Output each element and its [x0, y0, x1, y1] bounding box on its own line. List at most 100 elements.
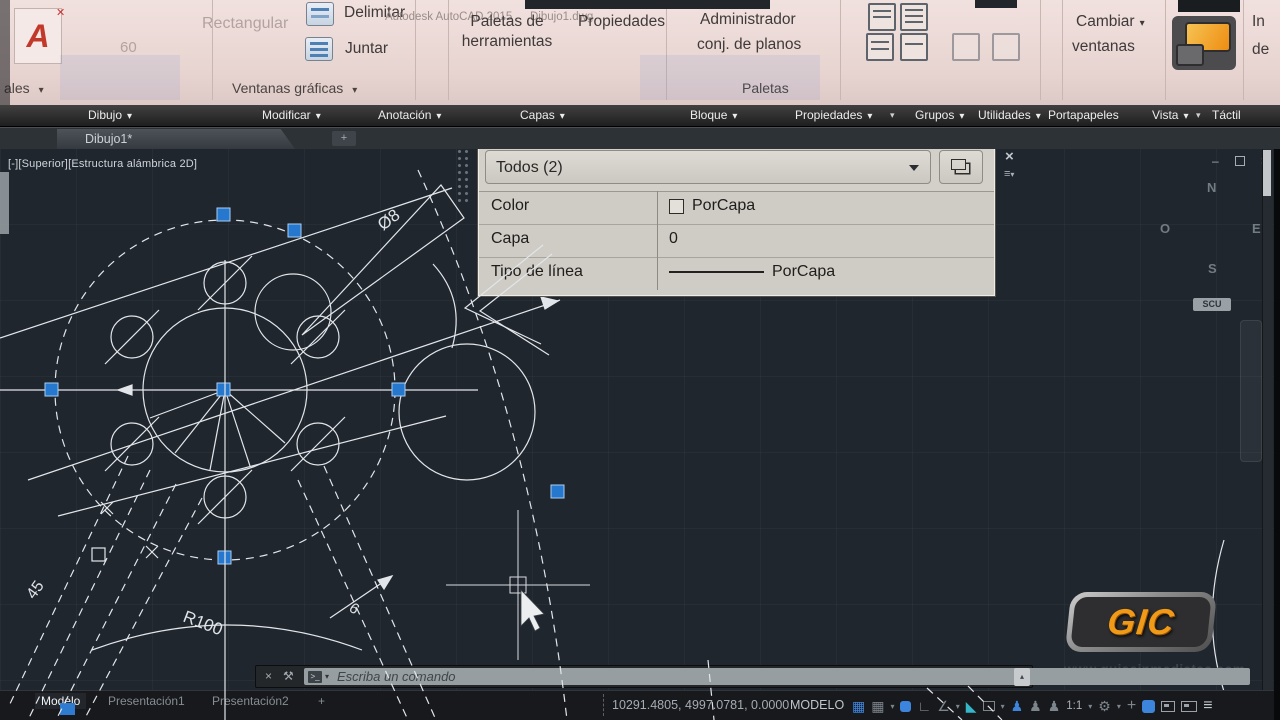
ucs-button[interactable]: SCU — [1193, 298, 1231, 311]
compass-west[interactable]: O — [1160, 221, 1170, 236]
chevron-down-icon[interactable]: ▾ — [1001, 702, 1005, 711]
chevron-down-icon[interactable]: ▾ — [1117, 702, 1121, 711]
ribbon-separator — [840, 0, 841, 100]
annotation-monitor-icon[interactable]: + — [1127, 698, 1136, 714]
clean-screen-icon[interactable] — [1142, 700, 1155, 713]
command-history-up-icon[interactable]: ▴ — [1014, 668, 1030, 686]
clipboard-user-icon[interactable] — [900, 33, 928, 61]
polar-tracking-icon[interactable]: ∠ — [937, 699, 950, 713]
gic-logo-text: GIC — [1105, 601, 1176, 643]
object-type-dropdown[interactable]: Todos (2) — [485, 150, 931, 184]
command-close-icon[interactable]: × — [265, 669, 272, 683]
sheetset-grid-icon[interactable] — [866, 33, 894, 61]
file-tab-dibujo1[interactable]: Dibujo1* — [57, 129, 295, 149]
video-artifact — [1178, 0, 1240, 12]
ribbon-collapse-chevron[interactable]: ▾ — [1196, 110, 1201, 121]
snap-icon[interactable]: ▦ — [871, 699, 884, 713]
autocad-window: A ✕ Rectangular 60 Delimitar Juntar Auto… — [0, 0, 1280, 720]
annotation-scale-value[interactable]: 1:1 — [1066, 700, 1082, 712]
vertical-scrollbar-track[interactable] — [1262, 148, 1273, 690]
minimize-icon[interactable]: – — [1212, 154, 1219, 168]
compass-east[interactable]: E — [1252, 221, 1261, 236]
restore-icon[interactable] — [1235, 156, 1245, 166]
linetype-sample-icon — [669, 271, 764, 273]
chevron-down-icon[interactable]: ▾ — [325, 672, 329, 681]
layout-tab-presentacion1[interactable]: Presentación1 — [102, 693, 191, 709]
panel-vista[interactable]: Vista — [1152, 108, 1189, 122]
command-line-bar: × ⚒ >_ ▾ ▴ — [255, 665, 1033, 688]
annotation-scale-icon[interactable]: ♟ — [1048, 699, 1061, 713]
property-row-linetype: Tipo de línea PorCapa — [479, 257, 994, 290]
palette-close-icon[interactable]: × — [1005, 148, 1014, 165]
chevron-down-icon[interactable]: ▾ — [956, 702, 960, 711]
panel-utilidades[interactable]: Utilidades — [978, 108, 1041, 122]
ribbon-separator — [1062, 0, 1063, 100]
display-icon[interactable] — [1181, 701, 1197, 712]
panel-tactil[interactable]: Táctil — [1212, 108, 1241, 122]
isolate-objects-icon[interactable] — [1161, 701, 1175, 712]
autocad-logo-letter: A — [26, 18, 49, 55]
panel-modificar[interactable]: Modificar — [262, 108, 321, 122]
sheet-set-manager-line1[interactable]: Administrador — [700, 10, 796, 30]
panel-propiedades[interactable]: Propiedades — [795, 108, 872, 122]
chevron-down-icon[interactable]: ▾ — [1088, 702, 1092, 711]
annotation-autoscale-icon[interactable]: ♟ — [1029, 699, 1042, 713]
calendar-icon[interactable] — [900, 3, 928, 31]
ortho-icon[interactable]: ∟ — [917, 699, 931, 713]
wrench-icon[interactable]: ⚒ — [283, 669, 294, 683]
customization-menu-icon[interactable]: ≡ — [1203, 698, 1212, 714]
switch-windows-line1[interactable]: Cambiar — [1076, 12, 1145, 32]
compass-south[interactable]: S — [1208, 261, 1217, 276]
command-prompt-icon[interactable]: >_ — [308, 671, 322, 683]
lamp-icon[interactable] — [992, 33, 1020, 61]
properties-palette-button[interactable]: Propiedades — [578, 12, 665, 32]
property-value-color[interactable]: PorCapa — [669, 197, 755, 215]
navigation-bar[interactable] — [1240, 320, 1262, 462]
panel-grupos[interactable]: Grupos — [915, 108, 964, 122]
join-button[interactable]: Juntar — [345, 39, 388, 59]
command-input[interactable] — [335, 668, 1250, 685]
panel-overflow-chevron[interactable]: ▾ — [890, 110, 895, 121]
trim-icon[interactable] — [306, 2, 334, 26]
object-snap-icon[interactable] — [983, 701, 995, 711]
isodraft-icon[interactable]: ◣ — [966, 699, 977, 713]
palette-grip-dots[interactable] — [456, 148, 472, 204]
vertical-scrollbar-thumb[interactable] — [1263, 150, 1271, 196]
panel-portapapeles[interactable]: Portapapeles — [1048, 108, 1119, 122]
panel-capas[interactable]: Capas — [520, 108, 565, 122]
coordinates-readout: 10291.4805, 4997.0781, 0.0000 — [612, 698, 789, 712]
window-tile-icon[interactable] — [1172, 16, 1236, 70]
compass-north[interactable]: N — [1207, 180, 1216, 195]
chevron-down-icon[interactable]: ▾ — [890, 702, 894, 711]
autocad-logo[interactable]: A — [14, 8, 62, 64]
new-drawing-tab-button[interactable]: + — [332, 131, 356, 146]
customize-quick-properties-button[interactable] — [939, 150, 983, 184]
palette-menu-icon[interactable]: ≡▾ — [1004, 168, 1014, 180]
face-circle-icon[interactable] — [952, 33, 980, 61]
new-layout-button[interactable]: + — [312, 693, 331, 709]
property-value-linetype[interactable]: PorCapa — [669, 263, 835, 281]
panel-bloque[interactable]: Bloque — [690, 108, 737, 122]
grid-icon[interactable]: ▦ — [852, 699, 865, 713]
annotation-visibility-icon[interactable]: ♟ — [1011, 699, 1024, 713]
panel-anotacion[interactable]: Anotación — [378, 108, 441, 122]
join-icon[interactable] — [305, 37, 333, 61]
sheet-set-manager-line2[interactable]: conj. de planos — [697, 35, 801, 55]
layout-tab-presentacion2[interactable]: Presentación2 — [206, 693, 295, 709]
workspace-gear-icon[interactable]: ⚙ — [1098, 699, 1111, 713]
viewports-group-label[interactable]: Ventanas gráficas — [232, 80, 357, 96]
watermark: GIC www.guiasinmediatas.com — [1068, 592, 1220, 652]
model-space-button[interactable]: MODELO — [790, 698, 844, 712]
video-artifact — [60, 55, 180, 100]
personal-group-label[interactable]: ales — [4, 80, 44, 96]
status-divider — [603, 694, 604, 716]
viewport-controls-label[interactable]: [-][Superior][Estructura alámbrica 2D] — [8, 158, 197, 170]
property-row-capa: Capa 0 — [479, 224, 994, 258]
toolpalette-small-icon[interactable] — [868, 3, 896, 31]
switch-windows-line2[interactable]: ventanas — [1072, 37, 1135, 57]
dynamic-input-icon[interactable] — [900, 701, 911, 712]
ribbon-separator — [1243, 0, 1244, 100]
tool-palettes-button[interactable]: Paletas de herramientas — [452, 12, 562, 52]
panel-dibujo[interactable]: Dibujo — [88, 108, 132, 122]
property-value-capa[interactable]: 0 — [669, 230, 678, 248]
